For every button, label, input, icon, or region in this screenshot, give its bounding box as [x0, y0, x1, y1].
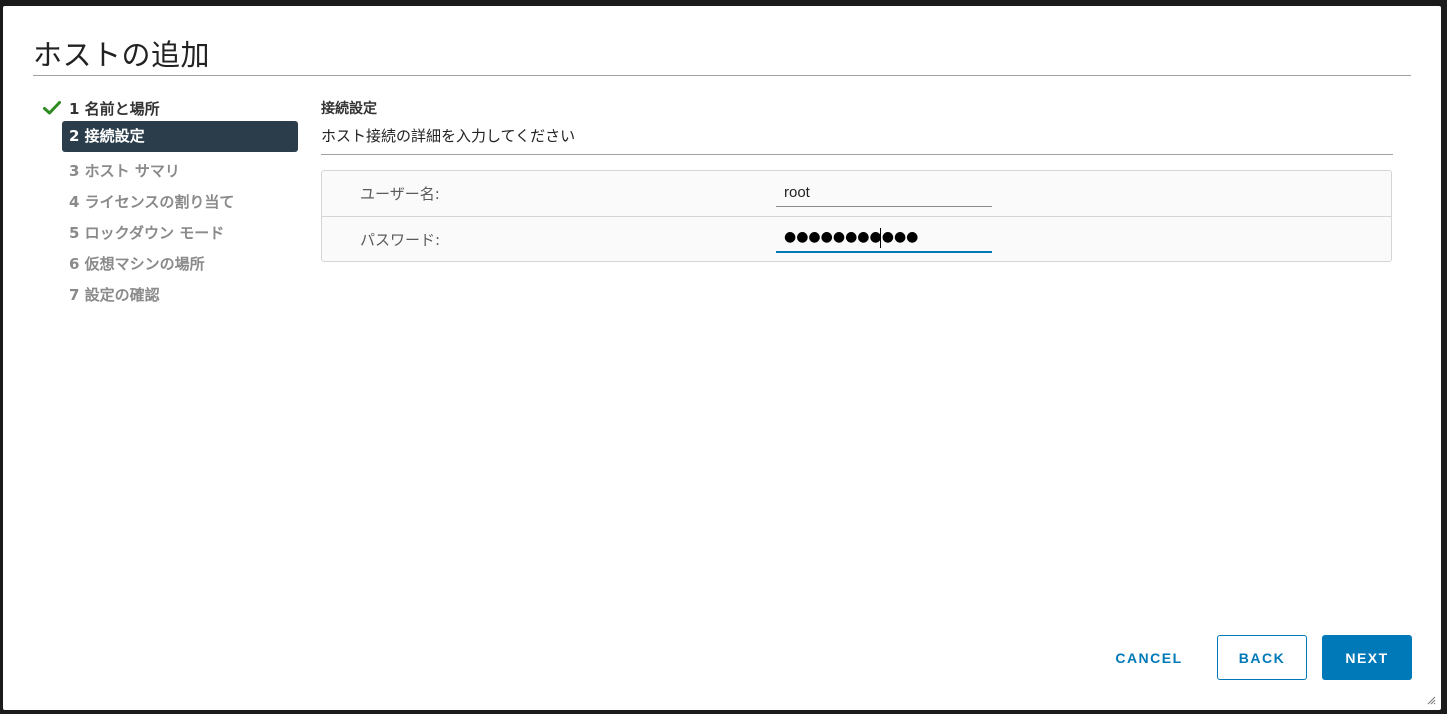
step-vm-location: 6 仮想マシンの場所	[69, 255, 205, 273]
step-host-summary: 3 ホスト サマリ	[69, 162, 180, 180]
step-assign-license: 4 ライセンスの割り当て	[69, 193, 235, 211]
dialog-title: ホストの追加	[33, 38, 211, 72]
connection-form: ユーザー名: パスワード: ●●●●●●●●●●●	[321, 170, 1392, 262]
username-row: ユーザー名:	[322, 171, 1391, 217]
password-label: パスワード:	[360, 231, 441, 249]
cancel-button[interactable]: CANCEL	[1099, 635, 1199, 680]
checkmark-icon	[43, 101, 61, 115]
password-row: パスワード: ●●●●●●●●●●●	[322, 217, 1391, 262]
title-divider	[33, 75, 1411, 76]
section-divider	[321, 154, 1393, 155]
username-label: ユーザー名:	[360, 185, 440, 203]
next-button[interactable]: NEXT	[1322, 635, 1412, 680]
resize-grip-icon[interactable]	[1426, 695, 1436, 705]
step-lockdown-mode: 5 ロックダウン モード	[69, 224, 225, 242]
section-title: 接続設定	[321, 101, 377, 117]
step-connection-settings[interactable]: 2 接続設定	[62, 121, 298, 152]
password-masked-value: ●●●●●●●●●●●	[784, 229, 919, 245]
username-field[interactable]	[776, 179, 992, 207]
text-caret	[880, 228, 881, 248]
step-review-settings: 7 設定の確認	[69, 286, 160, 304]
add-host-dialog: ホストの追加 1 名前と場所 2 接続設定 3 ホスト サマリ 4 ライセンスの…	[3, 6, 1441, 710]
back-button[interactable]: BACK	[1217, 635, 1307, 680]
section-description: ホスト接続の詳細を入力してください	[321, 127, 576, 145]
